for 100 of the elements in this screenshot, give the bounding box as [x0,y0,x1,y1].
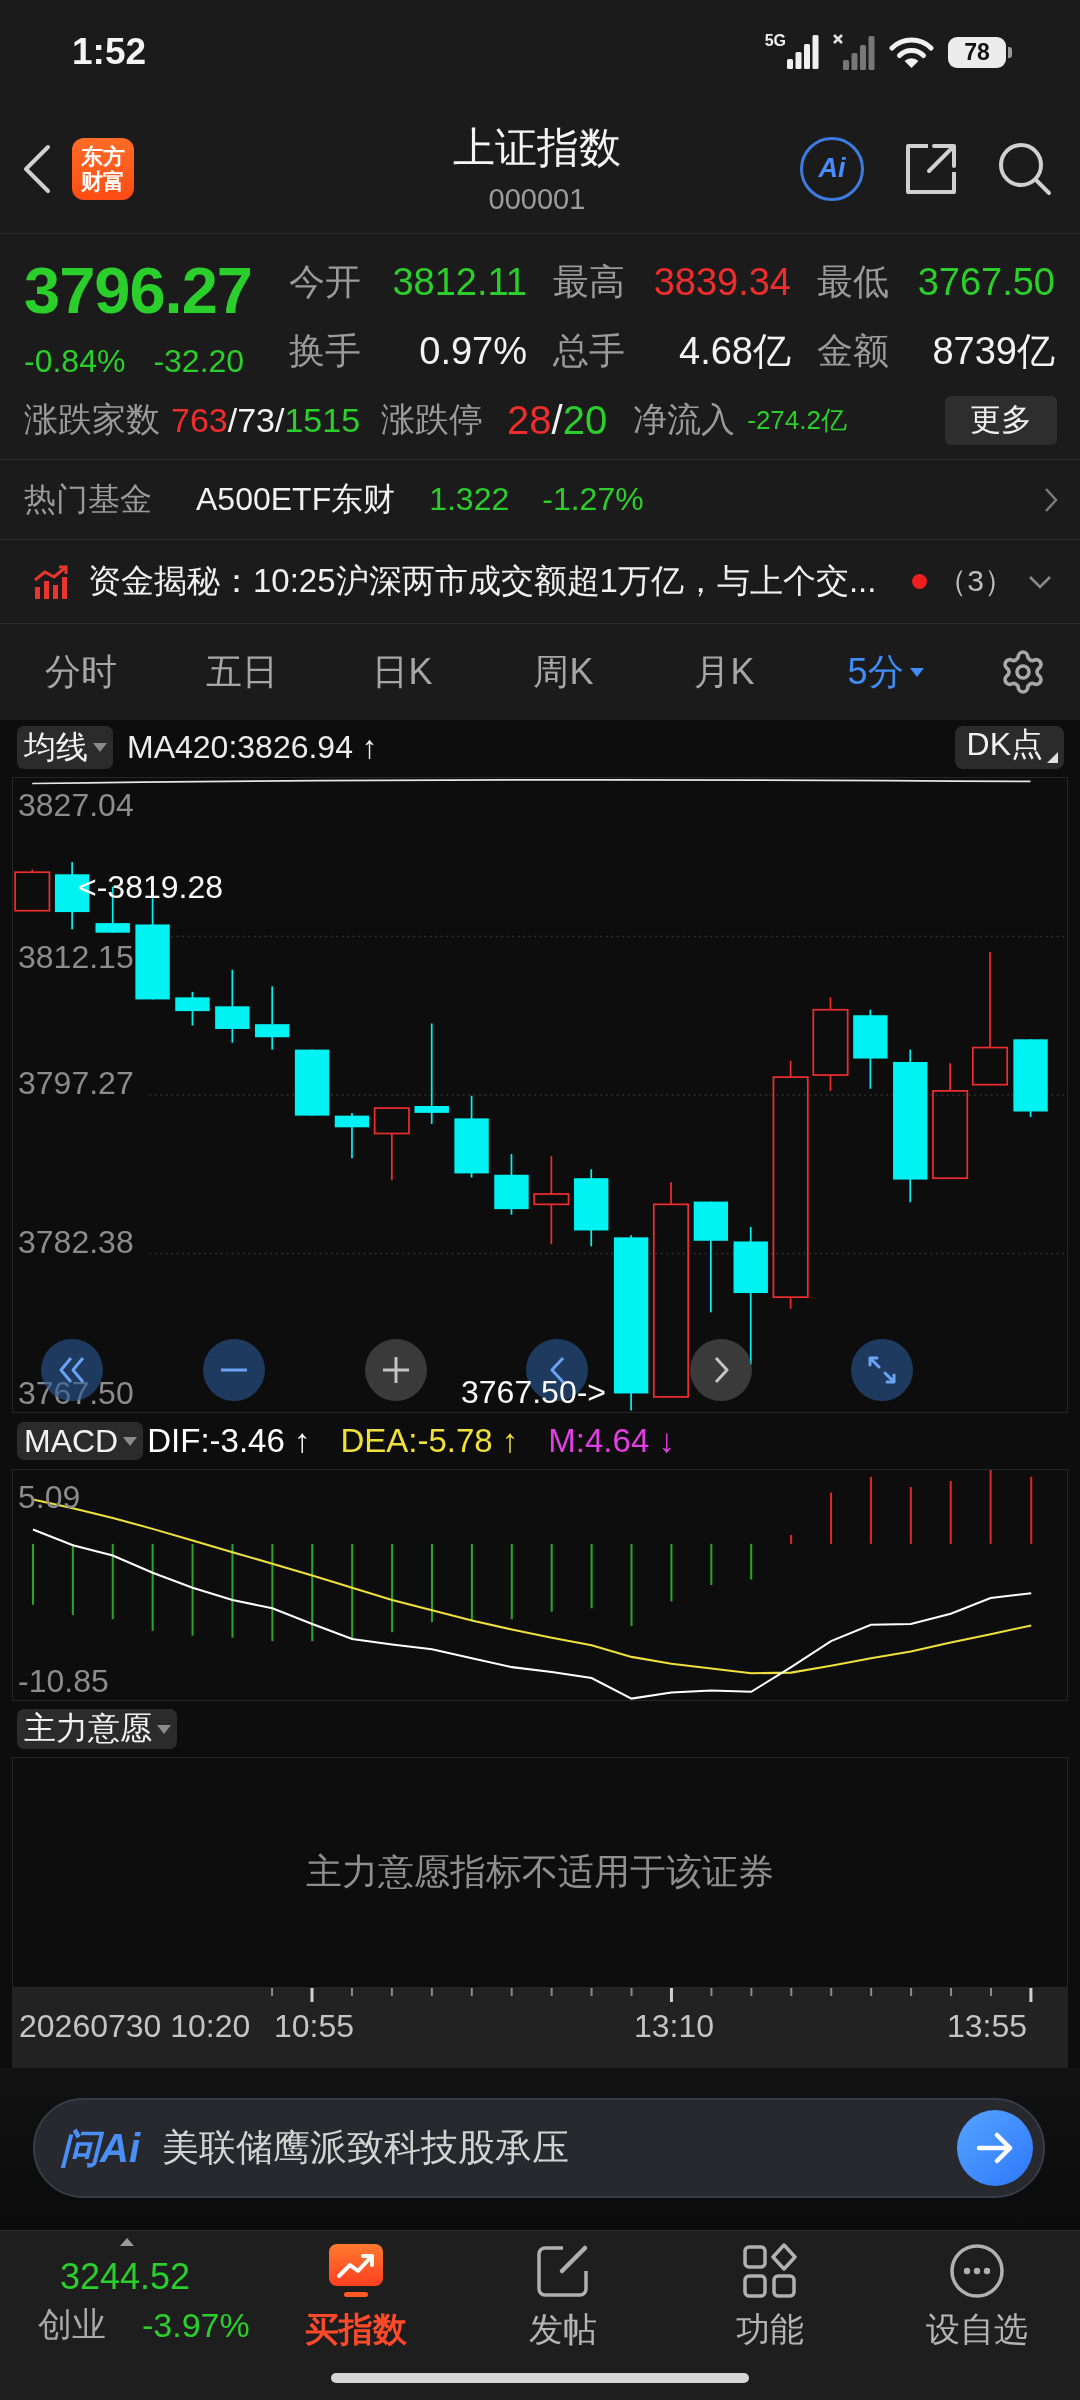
period-tab[interactable]: 五日 [205,647,278,697]
share-button[interactable] [904,141,958,196]
functions-button[interactable]: 功能 [735,2231,804,2359]
edit-icon [534,2243,591,2299]
net-inflow-value: -274.2亿 [747,403,847,437]
battery-indicator: 78 [948,36,1012,68]
period-tab[interactable]: 5分 [847,647,924,697]
time-label: 20260730 10:20 [19,2008,251,2044]
fund-section-label: 热门基金 [24,479,152,519]
time-label: 13:10 [634,2008,715,2044]
apps-grid-icon [741,2243,798,2299]
stat-value: 8739亿 [932,328,1055,374]
indicator-dropdown[interactable]: 主力意愿 [17,1709,177,1749]
wifi-icon [889,35,934,69]
falling-candle [334,1112,370,1160]
index-change: -3.97% [142,2305,250,2345]
buy-index-button[interactable]: 买指数 [304,2231,407,2359]
chevron-right-icon [713,1356,729,1384]
advance-decline-count: 763/73/1515 [171,400,361,440]
minus-icon [220,1368,248,1372]
period-tab[interactable]: 日K [372,647,433,697]
stat-label: 总手 [553,328,625,373]
stat-label: 净流入 [633,399,736,440]
dropdown-caret-icon [123,1436,138,1446]
histogram-bar [670,1543,673,1602]
period-tab[interactable]: 分时 [44,647,117,697]
no-signal-icon [833,34,875,70]
search-button[interactable] [998,141,1052,196]
caret-up-icon [120,2238,134,2246]
fund-price: 1.322 [429,481,510,518]
send-button[interactable] [957,2110,1033,2186]
stat-value: 3812.11 [392,260,527,304]
time-label: 13:55 [947,2008,1028,2044]
period-tab[interactable]: 月K [694,647,755,697]
current-price: 3796.27 [24,254,253,328]
indicator-dropdown[interactable]: MACD [17,1422,144,1460]
back-button[interactable] [22,143,52,194]
change-amount: -32.20 [153,342,245,381]
stat-label: 最低 [817,259,889,304]
moving-average-value: MA420:3826.94 ↑ [127,729,378,766]
ai-logo: 问Ai [60,2124,140,2172]
index-name: 创业 [38,2304,106,2345]
network-type-label: 5G [764,33,786,49]
indicator-dropdown[interactable]: 均线 [17,726,113,769]
query-input[interactable]: 美联储鹰派致科技股承压 [162,2120,945,2176]
corner-triangle-icon [1047,752,1058,763]
chevron-down-icon [1028,574,1052,589]
axis-label: 3827.04 [18,788,134,822]
stat-value: 3767.50 [917,260,1055,304]
histogram-bar [590,1543,593,1609]
status-time: 1:52 [72,31,147,73]
axis-label: -10.85 [18,1664,109,1698]
bar-chart-icon [33,564,69,599]
falling-candle [175,991,210,1027]
stat-label: 涨跌停 [381,399,484,440]
page-title: 上证指数 [453,122,621,173]
time-label: 10:55 [274,2008,355,2044]
histogram-bar [909,1487,912,1544]
chevron-right-icon [1044,486,1058,513]
indicator-value: DIF:-3.46 ↑ [147,1422,311,1460]
rising-candle [14,868,51,912]
dk-points-button[interactable]: DK点 [954,726,1064,769]
stat-label: 换手 [289,328,361,373]
signal-icon [787,35,819,69]
plus-icon [382,1356,410,1384]
change-percent: -0.84% [24,342,126,381]
stat-label: 今开 [289,259,361,304]
security-code: 000001 [488,181,586,217]
axis-label: 3782.38 [18,1225,134,1259]
histogram-bar [949,1480,952,1544]
indicator-value: DEA:-5.78 ↑ [340,1422,519,1460]
low-price-marker: 3767.50-> [461,1375,606,1409]
period-tab[interactable]: 周K [533,647,594,697]
histogram-bar [710,1543,713,1585]
fund-change: -1.27% [542,481,644,518]
histogram-bar [830,1492,833,1544]
index-value: 3244.52 [60,2256,192,2298]
limit-up-down-count: 28/20 [507,397,608,443]
ai-button[interactable]: Ai [800,136,864,201]
more-button[interactable]: 更多 [945,395,1057,445]
ai-query-field[interactable]: 问Ai 美联储鹰派致科技股承压 [33,2098,1045,2198]
stat-label: 涨跌家数 [24,399,160,440]
histogram-bar [550,1543,553,1612]
histogram-bar [31,1543,34,1605]
news-headline[interactable]: 资金揭秘：10:25沪深两市成交额超1万亿，与上个交... [88,559,877,604]
axis-label: 3797.27 [18,1066,134,1100]
news-count: （3） [937,563,1014,599]
falling-candle [294,1048,330,1117]
stat-label: 金额 [817,328,889,373]
add-to-watchlist-button[interactable]: 设自选 [925,2231,1028,2359]
dropdown-caret-icon [909,667,924,677]
post-button[interactable]: 发帖 [528,2231,597,2359]
arrow-right-icon [976,2132,1014,2164]
stat-value: 3839.34 [653,260,791,304]
falling-candle [255,985,290,1051]
stat-value: 0.97% [419,329,527,373]
indicator-value: M:4.64 ↓ [548,1422,675,1460]
axis-label: 3812.15 [18,940,134,974]
dropdown-caret-icon [93,743,107,752]
falling-candle [494,1153,529,1216]
